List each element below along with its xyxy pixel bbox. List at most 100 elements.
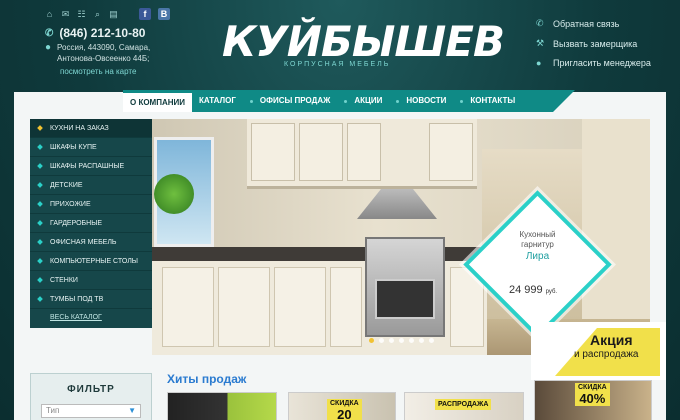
nav-item-offices[interactable]: ОФИСЫ ПРОДАЖ [243,90,337,112]
sidebar-item-computer-desks[interactable]: КОМПЬЮТЕРНЫЕ СТОЛЫ [30,252,152,271]
all-catalog-link[interactable]: ВЕСЬ КАТАЛОГ [30,309,152,327]
bullet-icon [37,125,43,131]
product-badge[interactable]: Кухонный гарнитур Лира [480,230,595,262]
product-thumb[interactable]: РАСПРОДАЖА [404,392,524,420]
slider-dot[interactable] [399,338,404,343]
nav-item-contacts[interactable]: КОНТАКТЫ [453,90,522,112]
badge-label: СКИДКА [578,384,607,391]
badge-label: СКИДКА [330,400,359,407]
facebook-icon[interactable]: f [139,8,151,20]
cart-icon[interactable]: ▤ [109,9,118,19]
bullet-icon [37,296,43,302]
sidebar-item-kids[interactable]: ДЕТСКИЕ [30,176,152,195]
nav-label: КОНТАКТЫ [470,96,516,105]
ruler-icon: ⚒ [536,38,545,48]
sidebar-label: ШКАФЫ КУПЕ [50,143,97,151]
catalog-sidebar: КУХНИ НА ЗАКАЗ ШКАФЫ КУПЕ ШКАФЫ РАСПАШНЫ… [30,119,152,328]
separator-dot [344,99,348,103]
header-actions: ✆ Обратная связь ⚒ Вызвать замерщика ● П… [536,18,651,68]
cabinet [330,267,362,347]
phone: ✆ (846) 212-10-80 [45,26,145,40]
type-select-value: Тип [46,406,60,415]
sidebar-item-tv-stands[interactable]: ТУМБЫ ПОД ТВ [30,290,152,309]
map-link[interactable]: посмотреть на карте [60,67,136,76]
vk-icon[interactable]: В [158,8,170,20]
sidebar-label: СТЕНКИ [50,276,78,284]
filter-title: ФИЛЬТР [67,384,115,395]
nav-item-about[interactable]: О КОМПАНИИ [123,90,193,112]
type-select[interactable]: Тип ▼ [41,404,141,418]
logo-tagline: КОРПУСНАЯ МЕБЕЛЬ [284,61,391,68]
nav-label: КАТАЛОГ [199,96,236,105]
feedback-link[interactable]: ✆ Обратная связь [536,18,651,29]
main-nav: О КОМПАНИИ КАТАЛОГ ОФИСЫ ПРОДАЖ АКЦИИ НО… [123,90,553,112]
logo[interactable]: КУЙБЫШЕВ КОРПУСНАЯ МЕБЕЛЬ [222,17,505,77]
sidebar-item-dressing-rooms[interactable]: ГАРДЕРОБНЫЕ [30,214,152,233]
sidebar-label: ОФИСНАЯ МЕБЕЛЬ [50,238,117,246]
call-measurer-link[interactable]: ⚒ Вызвать замерщика [536,38,651,49]
separator-dot [460,99,464,103]
product-name: Лира [525,251,550,262]
sidebar-label: КОМПЬЮТЕРНЫЕ СТОЛЫ [50,257,138,265]
location-pin-icon: ● [45,42,52,53]
cabinet [274,267,326,347]
nav-item-catalog[interactable]: КАТАЛОГ [192,90,243,112]
price-currency: руб. [545,289,558,295]
discount-badge: СКИДКА 20 [327,399,362,420]
address-line1: Россия, 443090, Самара, [57,43,151,52]
phone-icon: ✆ [536,18,544,28]
home-icon[interactable]: ⌂ [45,9,54,19]
sidebar-item-hallways[interactable]: ПРИХОЖИЕ [30,195,152,214]
discount-badge: СКИДКА 40% [575,383,610,406]
mail-icon[interactable]: ✉ [61,9,70,19]
invite-manager-link[interactable]: ● Пригласить менеджера [536,58,651,68]
address: ● Россия, 443090, Самара, Антонова-Овсее… [45,42,150,64]
product-thumb[interactable]: СКИДКА 40% [534,380,652,420]
back-room [582,119,650,319]
bullet-icon [37,239,43,245]
cabinet [429,123,473,181]
sidebar-item-wardrobes-coupe[interactable]: ШКАФЫ КУПЕ [30,138,152,157]
nav-label: О КОМПАНИИ [130,97,186,107]
nav-item-promos[interactable]: АКЦИИ [337,90,389,112]
sidebar-item-kitchens[interactable]: КУХНИ НА ЗАКАЗ [30,119,152,138]
nav-label: НОВОСТИ [406,96,447,105]
plant-image [154,174,194,214]
nav-label: ОФИСЫ ПРОДАЖ [259,96,331,105]
slider-dot[interactable] [409,338,414,343]
badge-value: 40% [579,391,606,406]
phone-icon: ✆ [45,27,54,39]
cabinet [299,123,343,181]
bullet-icon [37,258,43,264]
product-price: 24 999 руб. [509,284,557,296]
slider-dot[interactable] [429,338,434,343]
sidebar-item-wardrobes-hinged[interactable]: ШКАФЫ РАСПАШНЫЕ [30,157,152,176]
sidebar-item-office[interactable]: ОФИСНАЯ МЕБЕЛЬ [30,233,152,252]
phone-number[interactable]: (846) 212-10-80 [59,26,145,40]
bullet-icon [37,201,43,207]
oven-door [375,279,435,319]
filter-panel: ФИЛЬТР Тип ▼ [30,373,152,420]
slider-dot[interactable] [419,338,424,343]
sitemap-icon[interactable]: ☷ [77,9,86,19]
cabinet [218,267,270,347]
search-icon[interactable]: ⌕ [93,9,102,19]
nav-item-news[interactable]: НОВОСТИ [389,90,453,112]
sidebar-item-walls[interactable]: СТЕНКИ [30,271,152,290]
bullet-icon [37,220,43,226]
user-icon: ● [536,58,542,68]
logo-text: КУЙБЫШЕВ [222,17,505,66]
sidebar-label: ДЕТСКИЕ [50,181,83,189]
sidebar-label: ШКАФЫ РАСПАШНЫЕ [50,162,125,170]
product-thumb[interactable]: СКИДКА 20 [288,392,396,420]
bestsellers-title: Хиты продаж [167,372,247,386]
product-thumb[interactable] [167,392,277,420]
call-measurer-label: Вызвать замерщика [553,38,638,49]
cabinet [347,123,381,181]
bullet-icon [37,182,43,188]
sidebar-label: ТУМБЫ ПОД ТВ [50,295,104,303]
address-line2: Антонова-Овсеенко 44Б; [57,54,150,63]
slider-dot[interactable] [379,338,384,343]
slider-dot[interactable] [369,338,374,343]
slider-dot[interactable] [389,338,394,343]
